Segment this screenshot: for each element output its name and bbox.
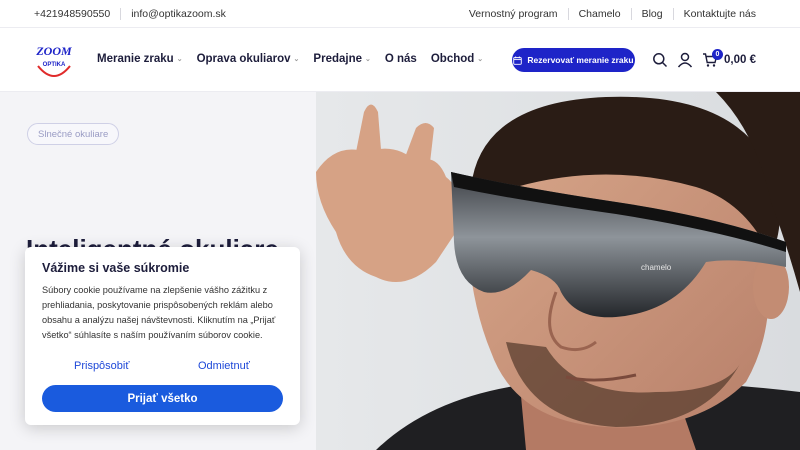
top-link-blog[interactable]: Blog — [642, 8, 663, 20]
category-tag[interactable]: Slnečné okuliare — [27, 123, 120, 145]
cookie-text: Súbory cookie používame na zlepšenie váš… — [42, 285, 276, 340]
nav-label: Oprava okuliarov — [196, 53, 291, 65]
nav-item-stores[interactable]: Predajne ⌄ — [313, 53, 370, 65]
chevron-down-icon: ⌄ — [176, 56, 183, 63]
cookie-consent-dialog: Vážime si vaše súkromie Súbory cookie po… — [25, 247, 300, 425]
book-button-label: Rezervovať meranie zraku — [527, 55, 634, 65]
email-link[interactable]: info@optikazoom.sk — [131, 8, 226, 20]
top-link-loyalty[interactable]: Vernostný program — [469, 8, 558, 20]
man-with-sunglasses-photo: chamelo — [316, 92, 800, 450]
phone-link[interactable]: +421948590550 — [34, 8, 110, 20]
calendar-icon — [513, 55, 523, 65]
nav-label: Meranie zraku — [97, 53, 174, 65]
logo[interactable]: ZOOM OPTIKA — [34, 40, 74, 82]
nav-item-about[interactable]: O nás — [385, 53, 417, 65]
nav-label: Obchod — [430, 53, 475, 65]
top-link-contact[interactable]: Kontaktujte nás — [684, 8, 756, 20]
logo-text-top: ZOOM — [35, 44, 72, 58]
customize-button[interactable]: Prispôsobiť — [74, 360, 129, 372]
nav-item-shop[interactable]: Obchod ⌄ — [431, 53, 483, 65]
hero-image: chamelo — [316, 92, 800, 450]
top-bar: +421948590550 info@optikazoom.sk Vernost… — [0, 0, 800, 28]
cart-count-badge: 0 — [712, 49, 723, 60]
divider — [672, 8, 674, 20]
book-eye-exam-button[interactable]: Rezervovať meranie zraku — [512, 48, 635, 72]
main-header: ZOOM OPTIKA Meranie zraku ⌄ Oprava okuli… — [0, 28, 800, 92]
chevron-down-icon: ⌄ — [293, 56, 300, 63]
glasses-brand-label: chamelo — [641, 263, 672, 272]
chevron-down-icon: ⌄ — [365, 56, 371, 63]
top-link-chamelo[interactable]: Chamelo — [579, 8, 621, 20]
cart-total[interactable]: 0,00 € — [724, 54, 756, 66]
nav-label: O nás — [384, 53, 417, 65]
divider — [567, 8, 569, 20]
nav-item-glasses-repair[interactable]: Oprava okuliarov ⌄ — [197, 53, 300, 65]
nav-item-eye-exam[interactable]: Meranie zraku ⌄ — [97, 53, 183, 65]
nav-label: Predajne — [313, 53, 362, 65]
chevron-down-icon: ⌄ — [477, 56, 484, 63]
cookie-title: Vážime si vaše súkromie — [42, 261, 190, 275]
user-icon[interactable] — [677, 52, 693, 68]
search-icon[interactable] — [652, 52, 668, 68]
reject-button[interactable]: Odmietnuť — [198, 360, 250, 372]
main-nav: Meranie zraku ⌄ Oprava okuliarov ⌄ Preda… — [97, 53, 497, 65]
logo-text-bottom: OPTIKA — [43, 62, 66, 68]
divider — [120, 8, 122, 20]
divider — [630, 8, 632, 20]
accept-all-button[interactable]: Prijať všetko — [42, 385, 283, 412]
